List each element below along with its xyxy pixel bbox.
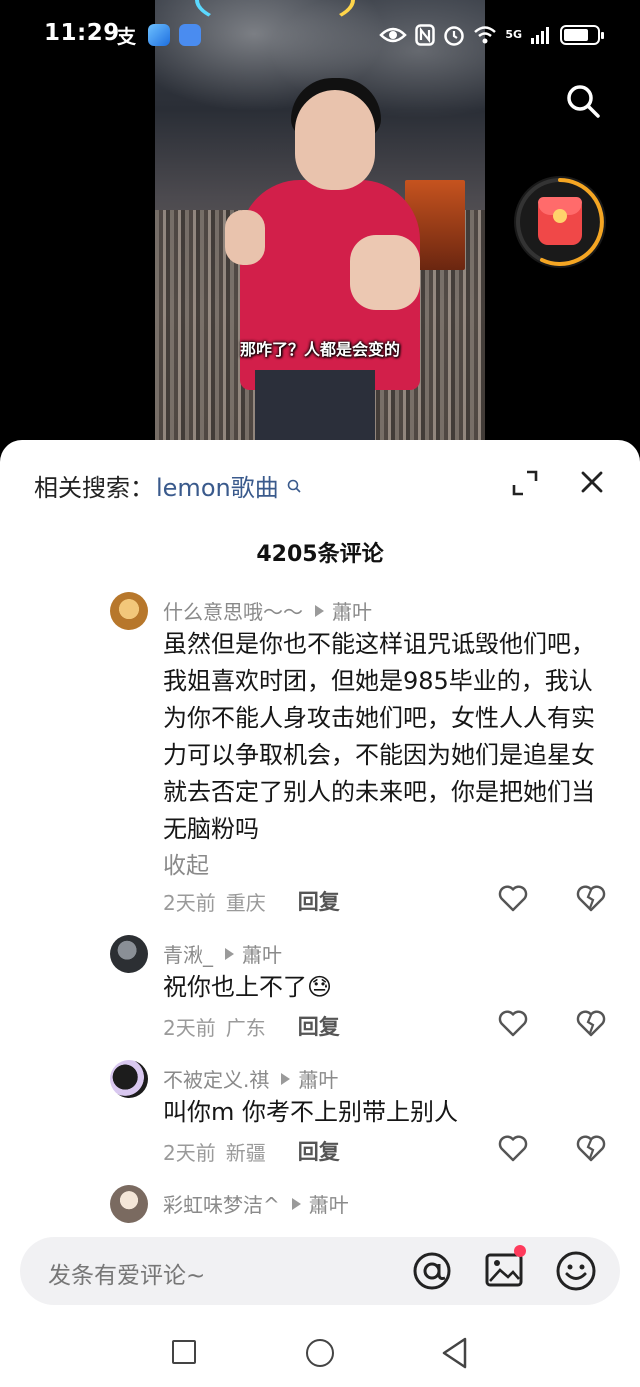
alarm-icon [444, 26, 465, 46]
signal-icon [531, 27, 549, 44]
system-nav-bar [0, 1320, 640, 1387]
comment-input-placeholder: 发条有爱评论~ [48, 1263, 206, 1289]
comment-input[interactable]: 发条有爱评论~ [20, 1237, 620, 1305]
reply-arrow-icon [315, 604, 324, 617]
reply-author[interactable]: 彩虹味梦洁^ [163, 1189, 280, 1218]
close-icon[interactable] [580, 470, 604, 494]
avatar[interactable] [110, 1060, 148, 1098]
reply-text: 叫你m 你考不上别带上别人 [163, 1098, 459, 1126]
reply-meta: 青湫_ 蕭叶 [163, 939, 282, 968]
reply-footer: 2天前 重庆 回复 [163, 886, 613, 916]
avatar[interactable] [110, 935, 148, 973]
at-mention-icon[interactable] [410, 1249, 454, 1293]
reply-item[interactable]: 不被定义.祺 蕭叶 叫你m 你考不上别带上别人 2天前 新疆 回复 [110, 1058, 620, 1170]
reply-item[interactable]: 什么意思哦～～ 蕭叶 虽然但是你也不能这样诅咒诋毁他们吧，我姐喜欢时团，但她是9… [110, 590, 620, 920]
reply-meta: 不被定义.祺 蕭叶 [163, 1064, 338, 1093]
reply-button[interactable]: 回复 [298, 1011, 340, 1041]
home-icon[interactable] [306, 1339, 334, 1367]
reply-location: 新疆 [225, 1140, 266, 1165]
heart-icon[interactable] [498, 1134, 528, 1162]
performer-legs [255, 370, 375, 440]
heart-icon[interactable] [498, 1009, 528, 1037]
reply-time: 2天前 [163, 1015, 216, 1040]
reply-time: 2天前 [163, 890, 216, 915]
small-search-icon [287, 479, 301, 493]
recent-apps-icon[interactable] [172, 1340, 196, 1364]
reply-footer: 2天前 广东 回复 [163, 1011, 613, 1041]
alipay-icon [148, 24, 170, 46]
heart-icon[interactable] [498, 884, 528, 912]
performer-right-hand [350, 235, 420, 310]
broken-heart-icon[interactable] [576, 1009, 606, 1037]
video-subtitle: 那咋了？人都是会变的 [239, 340, 400, 359]
reply-meta: 彩虹味梦洁^ 蕭叶 [163, 1189, 349, 1218]
reply-item[interactable]: 彩虹味梦洁^ 蕭叶 [110, 1183, 620, 1223]
emoji-icon[interactable] [554, 1249, 598, 1293]
reply-to-name[interactable]: 蕭叶 [242, 939, 282, 968]
network-type: 5G [505, 28, 522, 41]
reply-author[interactable]: 不被定义.祺 [163, 1064, 269, 1093]
performer-left-hand [225, 210, 265, 265]
battery-icon [560, 25, 604, 45]
collapse-button[interactable]: 收起 [163, 846, 209, 880]
status-time: 11:29 [44, 20, 120, 46]
related-search-label: 相关搜索： [34, 474, 154, 502]
reply-footer: 2天前 新疆 回复 [163, 1136, 613, 1166]
reply-text: 虽然但是你也不能这样诅咒诋毁他们吧，我姐喜欢时团，但她是985毕业的，我认为你不… [163, 630, 595, 843]
status-right-icons: 5G [379, 20, 604, 50]
search-icon[interactable] [565, 83, 601, 119]
reply-to-name[interactable]: 蕭叶 [309, 1189, 349, 1218]
reply-button[interactable]: 回复 [298, 1136, 340, 1166]
back-icon[interactable] [440, 1336, 470, 1370]
wifi-icon [474, 26, 497, 44]
red-packet-icon [538, 197, 582, 245]
reply-arrow-icon [225, 947, 234, 960]
broken-heart-icon[interactable] [576, 884, 606, 912]
reply-time: 2天前 [163, 1140, 216, 1165]
notification-dot [514, 1245, 526, 1257]
reply-location: 重庆 [225, 890, 266, 915]
reply-to-name[interactable]: 蕭叶 [298, 1064, 338, 1093]
reply-author[interactable]: 什么意思哦～～ [163, 596, 303, 625]
reply-meta: 什么意思哦～～ 蕭叶 [163, 596, 372, 625]
red-packet-button[interactable] [514, 176, 606, 268]
status-bar: 11:29 支 5G [0, 0, 640, 70]
reply-author[interactable]: 青湫_ [163, 939, 213, 968]
reply-location: 广东 [225, 1015, 266, 1040]
status-left-glyph: 支 [117, 26, 137, 48]
reply-button[interactable]: 回复 [298, 886, 340, 916]
expand-icon[interactable] [512, 470, 538, 496]
related-search[interactable]: 相关搜索： lemon歌曲 [34, 468, 301, 503]
reply-item[interactable]: 青湫_ 蕭叶 祝你也上不了😓 2天前 广东 回复 [110, 933, 620, 1045]
reply-text: 祝你也上不了😓 [163, 973, 333, 1001]
reply-arrow-icon [281, 1072, 291, 1085]
avatar[interactable] [110, 592, 148, 630]
broken-heart-icon[interactable] [576, 1134, 606, 1162]
reply-to-name[interactable]: 蕭叶 [332, 596, 372, 625]
reply-arrow-icon [291, 1197, 301, 1210]
video-area[interactable]: 那咋了？人都是会变的 11:29 支 5G [0, 0, 640, 460]
comments-sheet: 相关搜索： lemon歌曲 4205条评论 什么意思哦～～ 蕭叶 虽然但是你也不… [0, 440, 640, 1387]
related-search-keyword[interactable]: lemon歌曲 [156, 468, 279, 503]
performer-head [295, 90, 375, 190]
comment-count-title: 4205条评论 [256, 542, 384, 567]
avatar[interactable] [110, 1185, 148, 1223]
app-badge-icon [179, 24, 201, 46]
eye-icon [379, 27, 408, 43]
nfc-icon [415, 24, 436, 46]
